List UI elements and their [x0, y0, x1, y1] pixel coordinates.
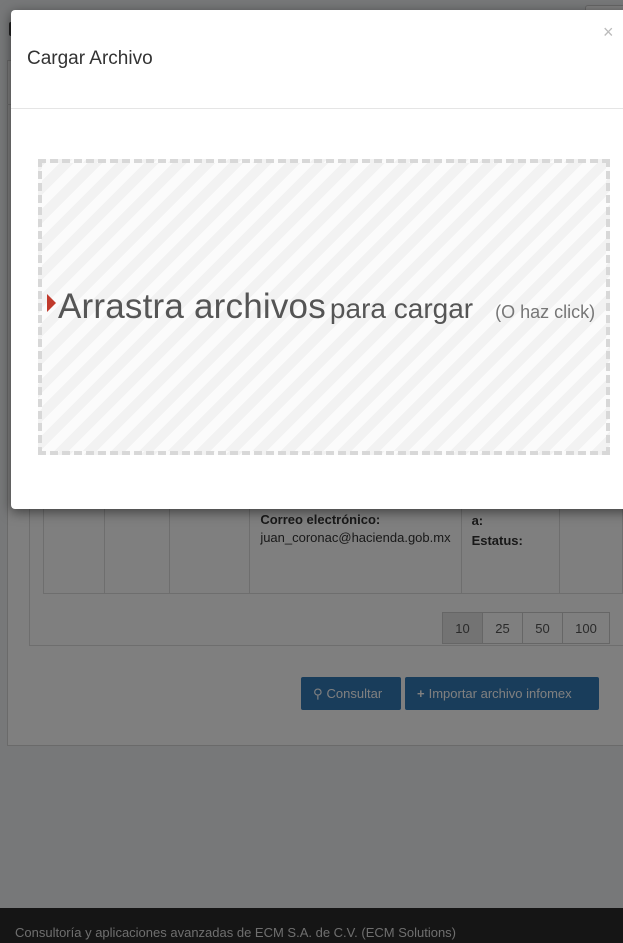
modal-title: Cargar Archivo	[27, 48, 153, 69]
upload-modal: Cargar Archivo × Arrastra archivos para c…	[11, 10, 623, 509]
dropzone-main-text: Arrastra archivos	[58, 287, 326, 326]
file-dropzone[interactable]: Arrastra archivos para cargar (O haz click…	[38, 159, 610, 455]
dropzone-secondary-text: para cargar	[329, 293, 474, 324]
modal-header: Cargar Archivo ×	[11, 10, 623, 109]
dropzone-message: Arrastra archivos para cargar (O haz click…	[47, 287, 595, 327]
close-icon[interactable]: ×	[603, 22, 614, 43]
caret-right-icon	[47, 294, 56, 312]
dropzone-hint: (O haz click)	[495, 302, 596, 322]
